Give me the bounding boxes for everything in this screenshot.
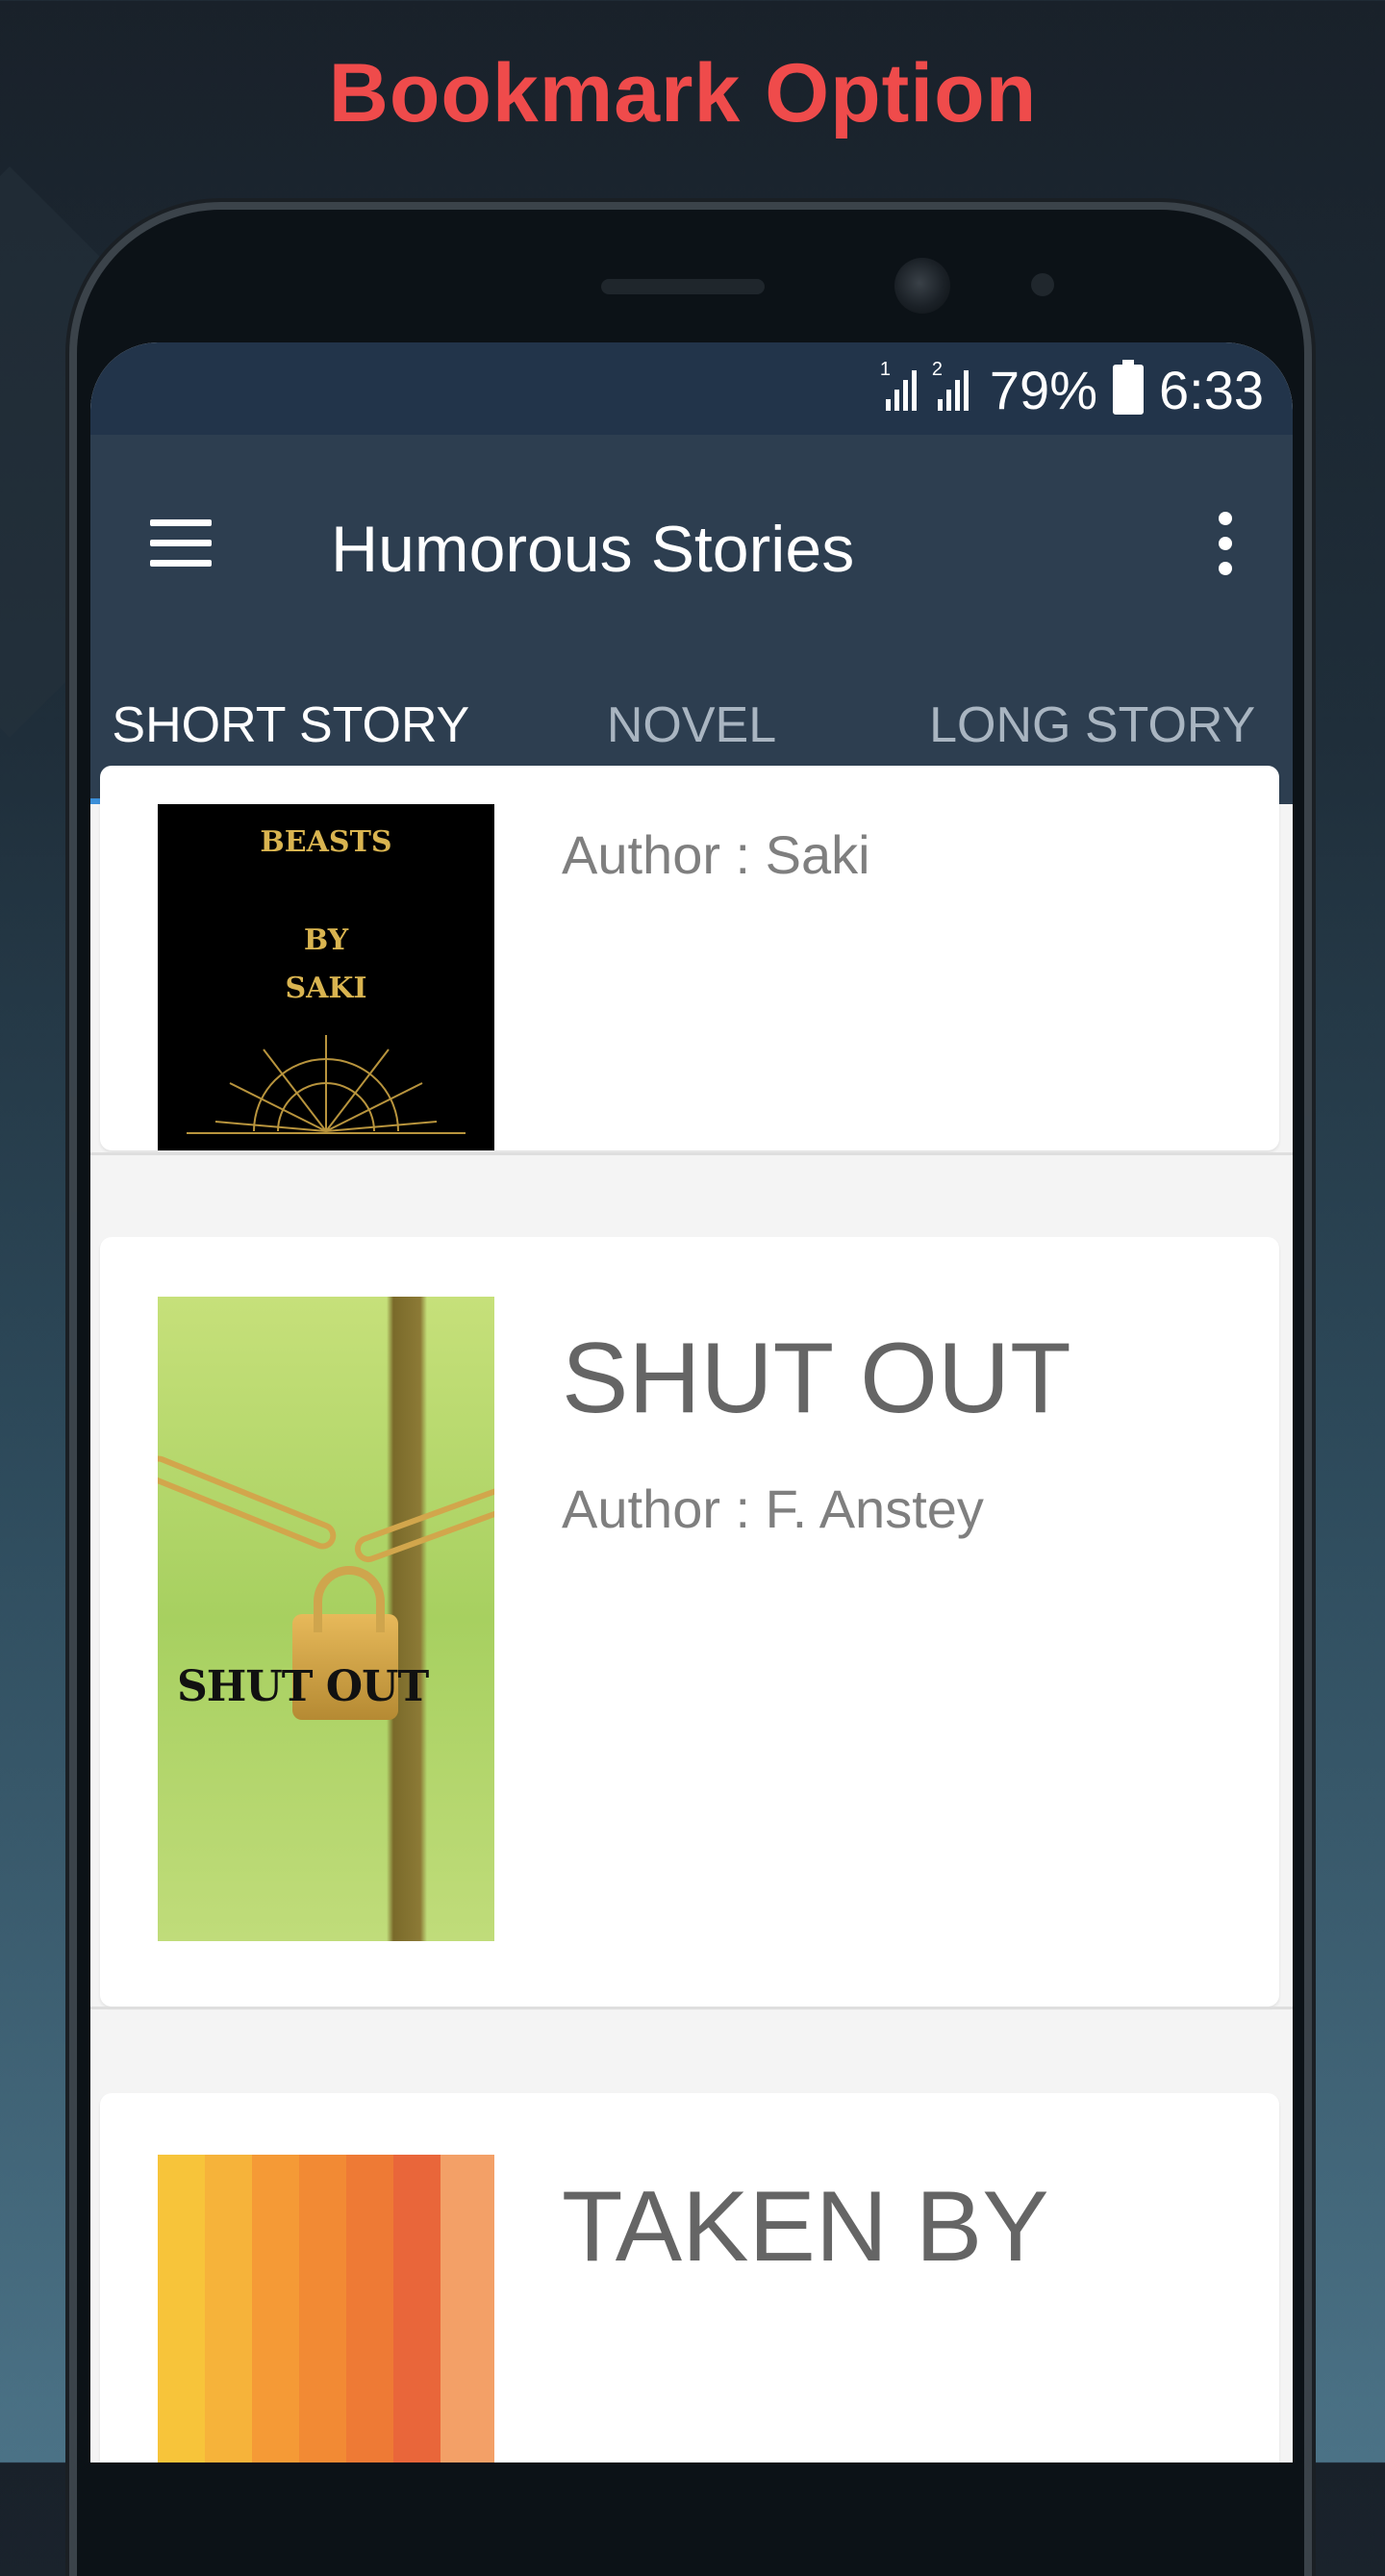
power-button	[1304, 1116, 1310, 1289]
divider	[90, 1152, 1293, 1155]
signal-sim2-icon: 2	[932, 359, 969, 411]
app-bar: Humorous Stories	[90, 435, 1293, 646]
status-time: 6:33	[1159, 359, 1264, 420]
story-cover: SHUT OUT	[158, 1297, 494, 1941]
story-author: Author : Saki	[562, 824, 870, 885]
sim1-label: 1	[879, 359, 892, 380]
cover-text: BEASTS	[260, 825, 392, 859]
story-card[interactable]: SHUT OUT SHUT OUT Author : F. Anstey	[100, 1237, 1279, 2007]
sim2-label: 2	[931, 359, 944, 380]
story-card[interactable]: TAKEN BY	[100, 2093, 1279, 2462]
cover-sunburst-graphic	[187, 1035, 466, 1134]
story-cover: BEASTS BY SAKI	[158, 804, 494, 1150]
story-title: SHUT OUT	[562, 1323, 1071, 1434]
story-cover	[158, 2155, 494, 2462]
bixby-button	[71, 1212, 77, 1385]
phone-screen: 1 2 79% 6:33 Humorous Stories SHORT STOR…	[90, 342, 1293, 2462]
menu-icon[interactable]	[150, 519, 212, 568]
story-title: TAKEN BY	[562, 2171, 1049, 2283]
status-bar: 1 2 79% 6:33	[90, 342, 1293, 435]
phone-speaker	[601, 279, 765, 294]
battery-icon	[1113, 360, 1144, 415]
story-author: Author : F. Anstey	[562, 1478, 984, 1539]
battery-percent: 79%	[989, 359, 1097, 420]
cover-text: SHUT OUT	[177, 1662, 429, 1711]
signal-sim1-icon: 1	[880, 359, 917, 411]
volume-button	[71, 770, 77, 1097]
cover-text: BY	[303, 923, 349, 957]
story-card[interactable]: BEASTS BY SAKI Author: Saki	[100, 766, 1279, 1150]
app-title: Humorous Stories	[331, 513, 855, 586]
more-options-icon[interactable]	[1216, 512, 1235, 579]
cover-text: SAKI	[285, 972, 367, 1005]
divider	[90, 2007, 1293, 2009]
promo-title: Bookmark Option	[328, 47, 1038, 139]
cover-chain-graphic	[351, 1477, 494, 1566]
camera-icon	[894, 258, 950, 314]
sensor-icon	[1031, 273, 1054, 296]
cover-chain-graphic	[158, 1452, 340, 1553]
